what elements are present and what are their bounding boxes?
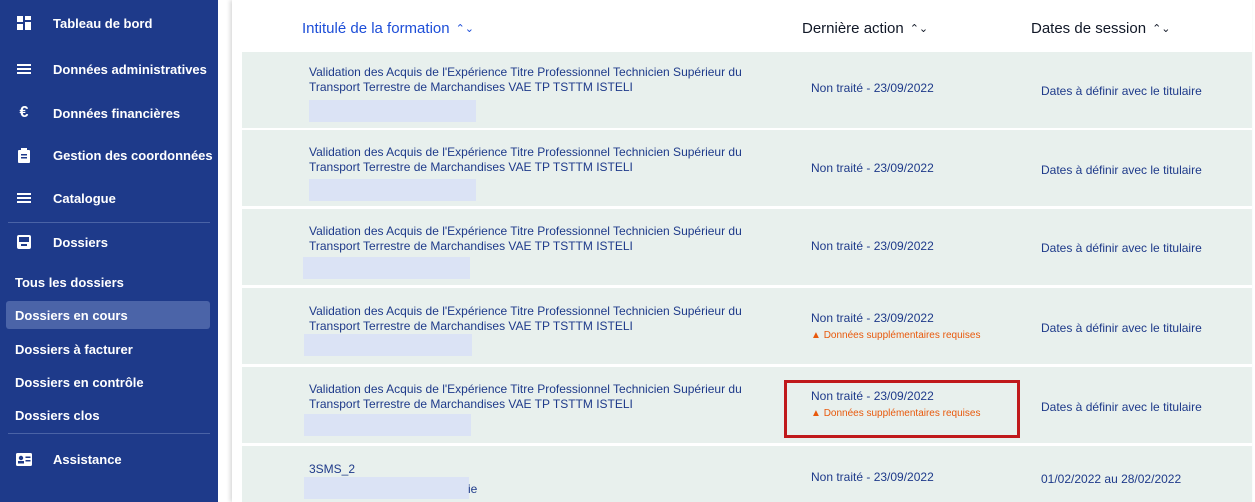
sidebar-item-dashboard[interactable]: Tableau de bord [0,5,218,41]
redacted-field [309,100,476,122]
contact-card-icon [16,451,32,467]
formation-title-tail: ie [468,482,478,496]
warning-icon: ▲ [811,330,821,341]
sidebar-subitem-dossiers-in-progress[interactable]: Dossiers en cours [6,301,210,329]
last-action: Non traité - 23/09/2022 [811,470,934,484]
sidebar-divider [8,222,210,223]
last-action-text: Non traité - 23/09/2022 [811,470,934,484]
last-action: Non traité - 23/09/2022 ▲ Données supplé… [811,311,980,341]
column-header-label: Intitulé de la formation [302,20,450,37]
formation-title[interactable]: Validation des Acquis de l'Expérience Ti… [309,382,779,412]
column-header-formation[interactable]: Intitulé de la formation ⌃⌄ [302,20,474,37]
dashboard-icon [16,15,32,31]
table-header: Intitulé de la formation ⌃⌄ Dernière acti… [232,0,1252,50]
last-action: Non traité - 23/09/2022 [811,81,934,95]
formation-title[interactable]: Validation des Acquis de l'Expérience Ti… [309,65,779,95]
sort-icon[interactable]: ⌃⌄ [910,22,928,35]
sidebar-item-dossiers[interactable]: Dossiers [0,224,218,260]
column-header-last-action[interactable]: Dernière action ⌃⌄ [802,20,928,37]
redacted-field [303,257,470,279]
sidebar-item-financial[interactable]: € Données financières [0,95,218,131]
last-action-text: Non traité - 23/09/2022 [811,81,934,95]
formation-title[interactable]: Validation des Acquis de l'Expérience Ti… [309,224,779,254]
sidebar-item-catalogue[interactable]: Catalogue [0,180,218,216]
column-header-label: Dernière action [802,20,904,37]
sidebar-item-assistance[interactable]: Assistance [0,441,218,477]
sidebar-divider [8,433,210,434]
sidebar-item-label: Données administratives [53,61,207,77]
redacted-field [304,334,472,356]
redacted-field [304,414,471,436]
formation-title[interactable]: Validation des Acquis de l'Expérience Ti… [309,304,779,334]
inbox-icon [16,234,32,250]
clipboard-icon [16,147,32,163]
sidebar-subitem-closed-dossiers[interactable]: Dossiers clos [6,401,210,429]
table-row[interactable]: Validation des Acquis de l'Expérience Ti… [242,130,1252,206]
sidebar-item-label: Assistance [53,451,122,467]
last-action: Non traité - 23/09/2022 [811,239,934,253]
session-dates: 01/02/2022 au 28/02/2022 [1041,472,1182,486]
euro-icon: € [19,104,29,121]
dossiers-table: Intitulé de la formation ⌃⌄ Dernière acti… [232,0,1252,502]
last-action-text: Non traité - 23/09/2022 [811,161,934,175]
sidebar-item-label: Tableau de bord [53,15,153,31]
sidebar-item-label: Données financières [53,105,181,121]
sidebar-item-label: Dossiers [53,234,108,250]
session-dates: Dates à définir avec le titulaire [1041,163,1202,177]
sidebar-subitem-all-dossiers[interactable]: Tous les dossiers [6,268,210,296]
table-row[interactable]: 3SMS_2 ie Non traité - 23/09/2022 01/02/… [242,446,1252,502]
session-dates: Dates à définir avec le titulaire [1041,400,1202,414]
last-action-text: Non traité - 23/09/2022 [811,239,934,253]
warning-text: Données supplémentaires requises [823,330,981,341]
session-dates: Dates à définir avec le titulaire [1041,321,1202,335]
list-icon [16,61,32,77]
warning-notice: ▲ Données supplémentaires requises [811,330,980,341]
warning-notice: ▲ Données supplémentaires requises [811,408,980,419]
session-dates: Dates à définir avec le titulaire [1041,84,1202,98]
sidebar-item-label: Catalogue [53,190,116,206]
last-action: Non traité - 23/09/2022 [811,161,934,175]
sort-icon[interactable]: ⌃⌄ [456,22,474,35]
list-icon [16,190,32,206]
table-row[interactable]: Validation des Acquis de l'Expérience Ti… [242,367,1252,443]
warning-icon: ▲ [811,408,821,419]
table-row[interactable]: Validation des Acquis de l'Expérience Ti… [242,52,1252,128]
gutter [218,0,232,502]
redacted-field [304,477,469,499]
last-action: Non traité - 23/09/2022 ▲ Données supplé… [811,389,980,419]
formation-title[interactable]: Validation des Acquis de l'Expérience Ti… [309,145,779,175]
sidebar-item-label: Gestion des coordonnées [53,147,213,163]
warning-text: Données supplémentaires requises [823,408,981,419]
last-action-text: Non traité - 23/09/2022 [811,389,934,403]
table-row[interactable]: Validation des Acquis de l'Expérience Ti… [242,209,1252,285]
column-header-label: Dates de session [1031,20,1147,37]
sidebar-item-contacts[interactable]: Gestion des coordonnées [0,137,218,173]
sidebar-subitem-dossiers-to-invoice[interactable]: Dossiers à facturer [6,335,210,363]
sidebar-item-administrative[interactable]: Données administratives [0,51,218,87]
column-header-session-dates[interactable]: Dates de session ⌃⌄ [1031,20,1171,37]
formation-title[interactable]: 3SMS_2 [309,462,779,477]
redacted-field [309,179,476,201]
sort-icon[interactable]: ⌃⌄ [1152,22,1170,35]
session-dates: Dates à définir avec le titulaire [1041,241,1202,255]
last-action-text: Non traité - 23/09/2022 [811,311,934,325]
sidebar: Tableau de bord Données administratives … [0,0,218,502]
table-row[interactable]: Validation des Acquis de l'Expérience Ti… [242,288,1252,364]
sidebar-subitem-dossiers-in-control[interactable]: Dossiers en contrôle [6,368,210,396]
